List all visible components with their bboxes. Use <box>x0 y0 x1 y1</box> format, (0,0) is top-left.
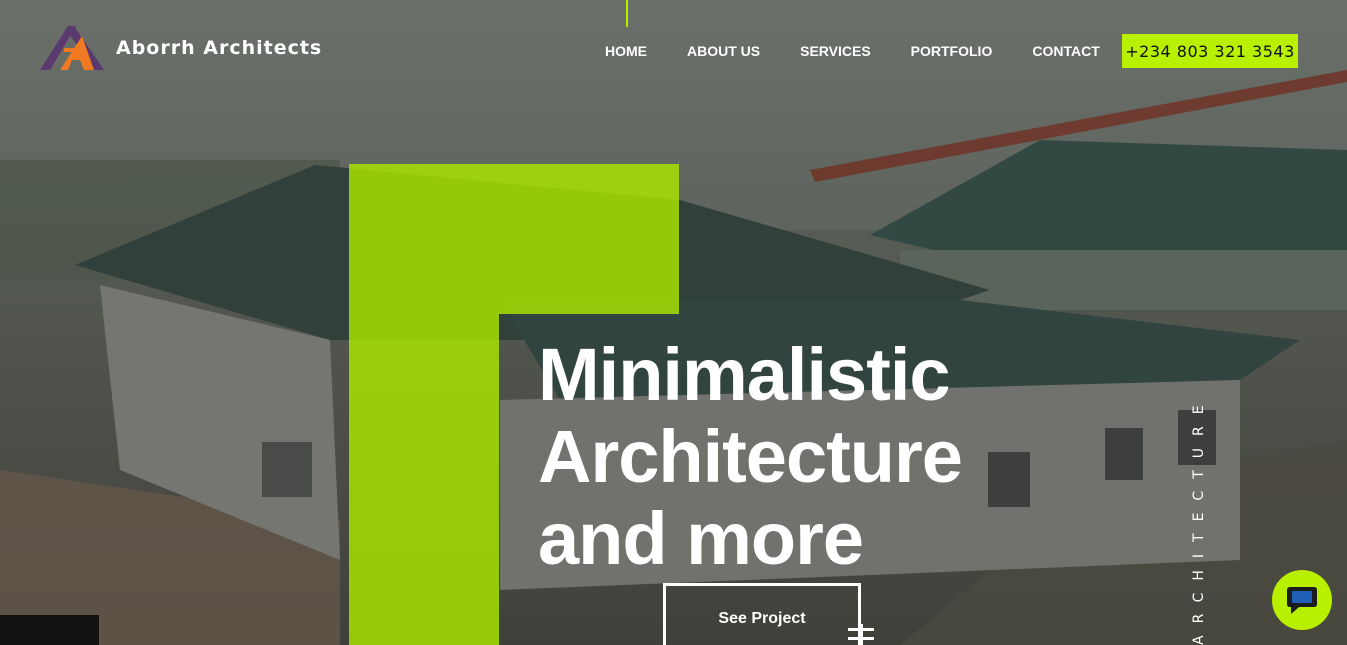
chat-button[interactable] <box>1272 570 1332 630</box>
headline-line-3: and more <box>538 497 864 580</box>
corner-widget[interactable] <box>0 615 99 645</box>
brand-logo[interactable]: Aborrh Architects <box>38 24 322 72</box>
accent-shape-top <box>349 164 679 314</box>
nav-contact[interactable]: CONTACT <box>1032 43 1099 59</box>
phone-button[interactable]: +234 803 321 3543 <box>1122 34 1298 68</box>
nav-services[interactable]: SERVICES <box>800 43 871 59</box>
plus-icon <box>848 624 874 645</box>
brand-name: Aborrh Architects <box>116 37 323 59</box>
main-nav: HOME ABOUT US SERVICES PORTFOLIO CONTACT <box>605 43 1100 59</box>
accent-shape-column <box>349 314 499 645</box>
nav-portfolio[interactable]: PORTFOLIO <box>911 43 993 59</box>
headline-line-1: Minimalistic <box>538 333 951 416</box>
see-project-label: See Project <box>718 610 806 627</box>
nav-home[interactable]: HOME <box>605 43 647 59</box>
nav-about-us[interactable]: ABOUT US <box>687 43 760 59</box>
see-project-button[interactable]: See Project <box>663 583 861 645</box>
nav-indicator <box>626 0 628 27</box>
headline-line-2: Architecture <box>538 415 963 498</box>
hero-headline: Minimalistic Architecture and more <box>538 333 963 580</box>
chat-bubble-icon <box>1287 587 1317 614</box>
triangle-logo-icon <box>40 26 104 70</box>
vertical-architecture-text: ARCHITECTURE <box>1191 393 1207 645</box>
